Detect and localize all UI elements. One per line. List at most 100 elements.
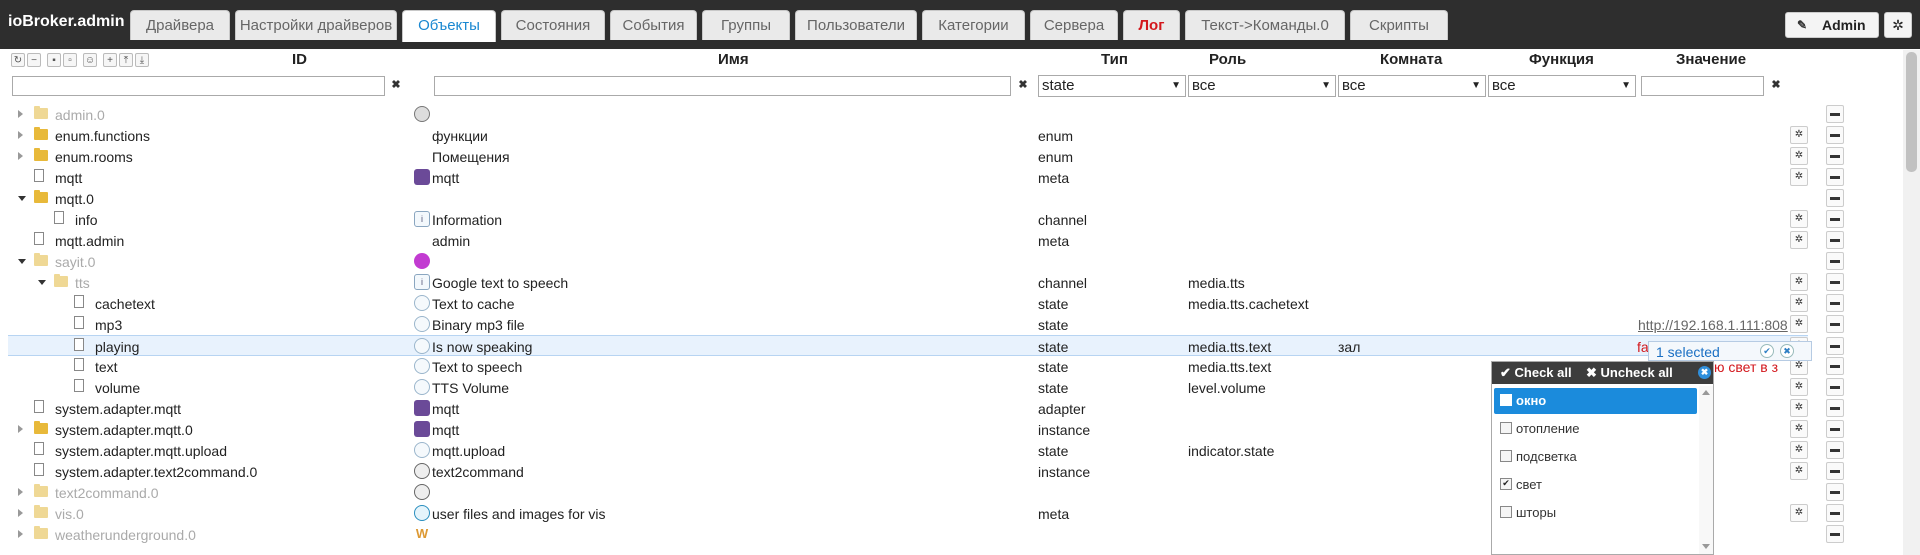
tab-1[interactable]: Настройки драйверов xyxy=(235,10,397,40)
user-button[interactable]: ✎ Admin xyxy=(1785,12,1879,38)
row-settings-icon[interactable]: ✲ xyxy=(1790,168,1808,186)
row-settings-icon[interactable]: ✲ xyxy=(1790,231,1808,249)
type-filter-select[interactable]: state ▼ xyxy=(1038,75,1186,97)
user-icon[interactable]: ☺ xyxy=(83,53,97,67)
row-delete-icon[interactable]: ▬ xyxy=(1826,168,1844,186)
row-delete-icon[interactable]: ▬ xyxy=(1826,231,1844,249)
tab-9[interactable]: Лог xyxy=(1123,10,1180,40)
row-delete-icon[interactable]: ▬ xyxy=(1826,315,1844,333)
confirm-icon[interactable]: ✔ xyxy=(1760,344,1774,358)
row-settings-icon[interactable]: ✲ xyxy=(1790,210,1808,228)
expand-closed-icon[interactable] xyxy=(18,425,23,433)
expand-closed-icon[interactable] xyxy=(18,488,23,496)
expand-closed-icon[interactable] xyxy=(18,509,23,517)
row-settings-icon[interactable]: ✲ xyxy=(1790,420,1808,438)
table-row[interactable]: mqtt.admin admin meta ✲ ▬ xyxy=(8,230,1844,251)
row-delete-icon[interactable]: ▬ xyxy=(1826,105,1844,123)
checkbox-icon[interactable] xyxy=(1500,394,1512,406)
table-row[interactable]: playing Is now speaking state media.tts.tex… xyxy=(8,335,1844,356)
table-row[interactable]: cachetext Text to cache state media.tts.cac… xyxy=(8,293,1844,314)
expand-closed-icon[interactable] xyxy=(18,110,23,118)
table-row[interactable]: sayit.0 ▬ xyxy=(8,251,1844,272)
folder-open-icon[interactable]: ▫ xyxy=(63,53,77,67)
upload-icon[interactable]: ⤒ xyxy=(119,53,133,67)
tab-3[interactable]: Состояния xyxy=(501,10,605,40)
row-delete-icon[interactable]: ▬ xyxy=(1826,294,1844,312)
expand-closed-icon[interactable] xyxy=(18,152,23,160)
id-filter-clear-icon[interactable]: ✖ xyxy=(389,78,403,92)
row-delete-icon[interactable]: ▬ xyxy=(1826,357,1844,375)
collapse-icon[interactable]: − xyxy=(27,53,41,67)
row-settings-icon[interactable]: ✲ xyxy=(1790,504,1808,522)
role-filter-select[interactable]: все ▼ xyxy=(1188,75,1336,97)
table-row[interactable]: enum.rooms Помещения enum ✲ ▬ xyxy=(8,146,1844,167)
tab-7[interactable]: Категории xyxy=(922,10,1025,40)
value-filter-input[interactable] xyxy=(1641,76,1764,96)
row-delete-icon[interactable]: ▬ xyxy=(1826,378,1844,396)
dropdown-option[interactable]: окно xyxy=(1494,388,1697,414)
row-delete-icon[interactable]: ▬ xyxy=(1826,525,1844,543)
row-delete-icon[interactable]: ▬ xyxy=(1826,189,1844,207)
dropdown-option[interactable]: отопление xyxy=(1494,416,1697,442)
row-delete-icon[interactable]: ▬ xyxy=(1826,252,1844,270)
row-delete-icon[interactable]: ▬ xyxy=(1826,441,1844,459)
settings-button[interactable]: ✲ xyxy=(1884,12,1912,38)
row-delete-icon[interactable]: ▬ xyxy=(1826,504,1844,522)
table-row[interactable]: tts i Google text to speech channel media.tt… xyxy=(8,272,1844,293)
row-delete-icon[interactable]: ▬ xyxy=(1826,147,1844,165)
expand-open-icon[interactable] xyxy=(18,259,26,264)
scrollbar-thumb[interactable] xyxy=(1906,52,1917,172)
name-filter-input[interactable] xyxy=(434,76,1011,96)
expand-open-icon[interactable] xyxy=(18,196,26,201)
tab-4[interactable]: События xyxy=(610,10,697,40)
row-delete-icon[interactable]: ▬ xyxy=(1826,337,1844,355)
row-settings-icon[interactable]: ✲ xyxy=(1790,294,1808,312)
table-row[interactable]: mp3 Binary mp3 file state http://192.168.1.… xyxy=(8,314,1844,335)
expand-open-icon[interactable] xyxy=(38,280,46,285)
folder-closed-icon[interactable]: ▪ xyxy=(47,53,61,67)
tab-11[interactable]: Скрипты xyxy=(1350,10,1448,40)
page-scrollbar[interactable] xyxy=(1903,50,1920,555)
add-icon[interactable]: + xyxy=(103,53,117,67)
function-multiselect[interactable]: 1 selected ✔ ✖ xyxy=(1648,341,1812,361)
download-icon[interactable]: ⤓ xyxy=(135,53,149,67)
scroll-up-icon[interactable] xyxy=(1702,390,1710,395)
table-row[interactable]: mqtt mqtt meta ✲ ▬ xyxy=(8,167,1844,188)
expand-closed-icon[interactable] xyxy=(18,530,23,538)
check-all-button[interactable]: ✔ Check all xyxy=(1500,362,1572,384)
checkbox-icon[interactable] xyxy=(1500,422,1512,434)
row-settings-icon[interactable]: ✲ xyxy=(1790,378,1808,396)
row-delete-icon[interactable]: ▬ xyxy=(1826,420,1844,438)
id-filter-input[interactable] xyxy=(12,76,385,96)
table-row[interactable]: mqtt.0 ▬ xyxy=(8,188,1844,209)
row-delete-icon[interactable]: ▬ xyxy=(1826,126,1844,144)
row-value[interactable]: http://192.168.1.111:808 xyxy=(1638,317,1788,333)
dropdown-option[interactable]: ✔ свет xyxy=(1494,472,1697,498)
checkbox-icon[interactable] xyxy=(1500,506,1512,518)
tab-0[interactable]: Драйвера xyxy=(130,10,230,40)
function-filter-select[interactable]: все ▼ xyxy=(1488,75,1636,97)
scroll-down-icon[interactable] xyxy=(1702,544,1710,549)
row-settings-icon[interactable]: ✲ xyxy=(1790,315,1808,333)
cancel-icon[interactable]: ✖ xyxy=(1780,344,1794,358)
dropdown-option[interactable]: подсветка xyxy=(1494,444,1697,470)
tab-6[interactable]: Пользователи xyxy=(795,10,917,40)
value-filter-clear-icon[interactable]: ✖ xyxy=(1769,78,1783,92)
dropdown-option[interactable]: шторы xyxy=(1494,500,1697,526)
table-row[interactable]: admin.0 ▬ xyxy=(8,104,1844,125)
row-settings-icon[interactable]: ✲ xyxy=(1790,399,1808,417)
room-filter-select[interactable]: все ▼ xyxy=(1338,75,1486,97)
tab-5[interactable]: Группы xyxy=(702,10,790,40)
uncheck-all-button[interactable]: ✖ Uncheck all xyxy=(1586,362,1673,384)
tab-2[interactable]: Объекты xyxy=(402,10,496,42)
row-settings-icon[interactable]: ✲ xyxy=(1790,273,1808,291)
row-settings-icon[interactable]: ✲ xyxy=(1790,441,1808,459)
row-settings-icon[interactable]: ✲ xyxy=(1790,126,1808,144)
name-filter-clear-icon[interactable]: ✖ xyxy=(1016,78,1030,92)
tab-8[interactable]: Сервера xyxy=(1030,10,1118,40)
row-delete-icon[interactable]: ▬ xyxy=(1826,273,1844,291)
refresh-icon[interactable]: ↻ xyxy=(11,53,25,67)
table-row[interactable]: enum.functions функции enum ✲ ▬ xyxy=(8,125,1844,146)
close-icon[interactable]: ✖ xyxy=(1698,366,1711,379)
dropdown-scrollbar[interactable] xyxy=(1699,386,1713,554)
